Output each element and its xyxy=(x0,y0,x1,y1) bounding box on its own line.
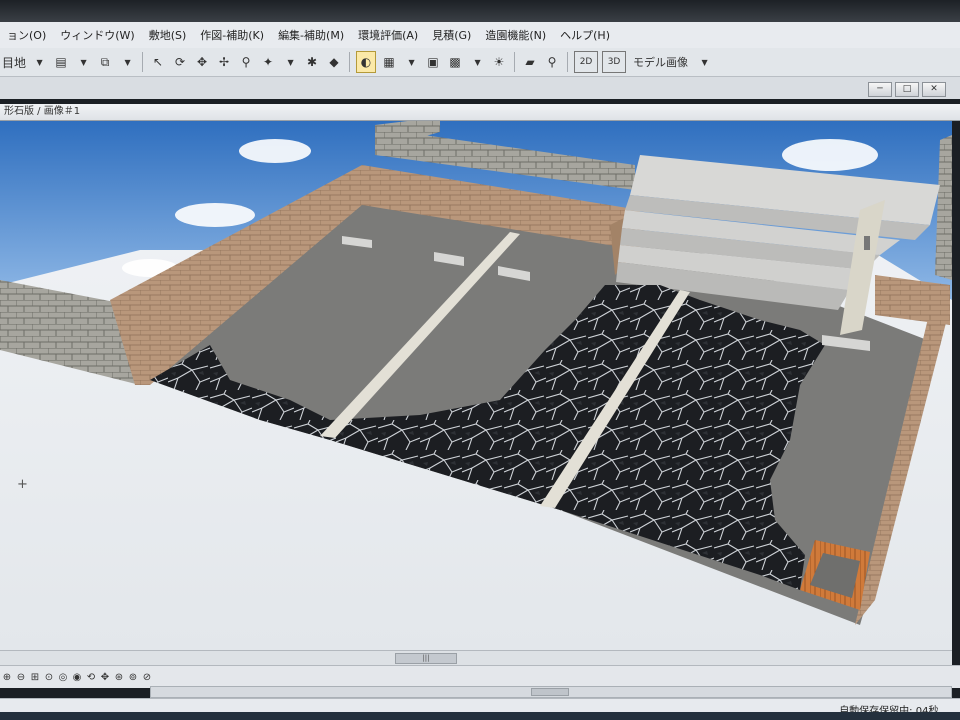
joint-label: 目地 xyxy=(2,55,27,70)
select-icon[interactable]: ↖ xyxy=(149,52,167,72)
zoom-out-icon[interactable]: ⊖ xyxy=(15,667,27,687)
texture-icon[interactable]: ▦ xyxy=(380,52,398,72)
zoom-window-icon[interactable]: ⊞ xyxy=(29,667,41,687)
image-dropdown-icon[interactable]: ▼ xyxy=(468,52,486,72)
view-title: 形石版 / 画像＃1 xyxy=(4,106,81,117)
view-toolbar: ⊕ ⊖ ⊞ ⊙ ◎ ◉ ⟲ ✥ ⊛ ⊚ ⊘ xyxy=(0,665,960,688)
folder-icon[interactable]: ▰ xyxy=(521,52,539,72)
toolbar-gap xyxy=(0,77,960,99)
close-button[interactable]: ✕ xyxy=(922,82,946,97)
render-mode-icon[interactable]: ◐ xyxy=(356,51,377,73)
scrollbar-thumb[interactable]: ||| xyxy=(395,653,457,664)
screen: ョン(O) ウィンドウ(W) 敷地(S) 作図-補助(K) 編集-補助(M) 環… xyxy=(0,0,960,720)
zoom-view-icon[interactable]: ⚲ xyxy=(237,52,255,72)
menu-item-edit-assist[interactable]: 編集-補助(M) xyxy=(271,27,351,43)
horizontal-scrollbar[interactable]: ||| xyxy=(0,650,952,665)
model-image-button[interactable]: モデル画像 xyxy=(630,52,691,72)
walkthrough-icon[interactable]: ✥ xyxy=(99,667,111,687)
magnify-icon[interactable]: ⚲ xyxy=(543,52,561,72)
window-controls: ─ □ ✕ xyxy=(868,82,946,97)
3d-viewport[interactable] xyxy=(0,121,952,650)
maximize-button[interactable]: □ xyxy=(895,82,919,97)
toolbar: 目地 ▼ ▤ ▼ ⧉ ▼ ↖ ⟳ ✥ ✢ ⚲ ✦ ▼ ✱ ◆ ◐ ▦ ▼ ▣ ▩… xyxy=(0,48,960,77)
menu-item-site[interactable]: 敷地(S) xyxy=(142,27,194,43)
pan-icon[interactable]: ✢ xyxy=(215,52,233,72)
toolbar-separator xyxy=(142,52,144,72)
menu-bar: ョン(O) ウィンドウ(W) 敷地(S) 作図-補助(K) 編集-補助(M) 環… xyxy=(0,22,960,49)
view-3d-button[interactable]: 3D xyxy=(602,51,627,73)
menu-item-environment[interactable]: 環境評価(A) xyxy=(351,27,425,43)
bottom-scrollbar-thumb[interactable] xyxy=(531,688,569,696)
look-icon[interactable]: ⊛ xyxy=(113,667,125,687)
view-title-bar: 形石版 / 画像＃1 xyxy=(0,104,960,121)
fit-icon[interactable]: ◉ xyxy=(71,667,83,687)
toolbar-separator xyxy=(349,52,351,72)
copy-dropdown-icon[interactable]: ▼ xyxy=(118,52,136,72)
minimize-button[interactable]: ─ xyxy=(868,82,892,97)
texture-dropdown-icon[interactable]: ▼ xyxy=(402,52,420,72)
zoom-in-icon[interactable]: ⊕ xyxy=(1,667,13,687)
height-icon[interactable]: ⊘ xyxy=(141,667,153,687)
crosshair-cursor: + xyxy=(17,477,28,492)
walk-icon[interactable]: ✥ xyxy=(193,52,211,72)
light-icon[interactable]: ✱ xyxy=(303,52,321,72)
orbit-icon[interactable]: ⊚ xyxy=(127,667,139,687)
sun-icon[interactable]: ☀ xyxy=(490,52,508,72)
view-2d-button[interactable]: 2D xyxy=(574,51,599,73)
menu-item-help[interactable]: ヘルプ(H) xyxy=(553,27,617,43)
layer-icon[interactable]: ▤ xyxy=(52,52,70,72)
menu-item-estimate[interactable]: 見積(G) xyxy=(425,27,478,43)
post-panel-icon xyxy=(864,236,870,250)
menu-item-option[interactable]: ョン(O) xyxy=(0,27,53,43)
menu-item-draw-assist[interactable]: 作図-補助(K) xyxy=(193,27,271,43)
zoom-prev-icon[interactable]: ◎ xyxy=(57,667,69,687)
menu-item-landscape[interactable]: 造園機能(N) xyxy=(478,27,553,43)
model-image-dropdown-icon[interactable]: ▼ xyxy=(695,52,713,72)
toolbar-separator xyxy=(514,52,516,72)
camera-icon[interactable]: ✦ xyxy=(259,52,277,72)
screen-icon[interactable]: ▣ xyxy=(424,52,442,72)
rotate-icon[interactable]: ⟳ xyxy=(171,52,189,72)
zoom-all-icon[interactable]: ⊙ xyxy=(43,667,55,687)
menu-item-window[interactable]: ウィンドウ(W) xyxy=(53,27,141,43)
monitor-bezel xyxy=(0,0,960,22)
camera-dropdown-icon[interactable]: ▼ xyxy=(281,52,299,72)
copy-icon[interactable]: ⧉ xyxy=(96,52,114,72)
toolbar-separator xyxy=(567,52,569,72)
joint-dropdown-icon[interactable]: ▼ xyxy=(30,52,48,72)
refresh-icon[interactable]: ⟲ xyxy=(85,667,97,687)
cube-icon[interactable]: ◆ xyxy=(325,52,343,72)
layer-dropdown-icon[interactable]: ▼ xyxy=(74,52,92,72)
image-icon[interactable]: ▩ xyxy=(446,52,464,72)
taskbar xyxy=(0,712,960,720)
bottom-scrollbar[interactable] xyxy=(150,686,952,698)
